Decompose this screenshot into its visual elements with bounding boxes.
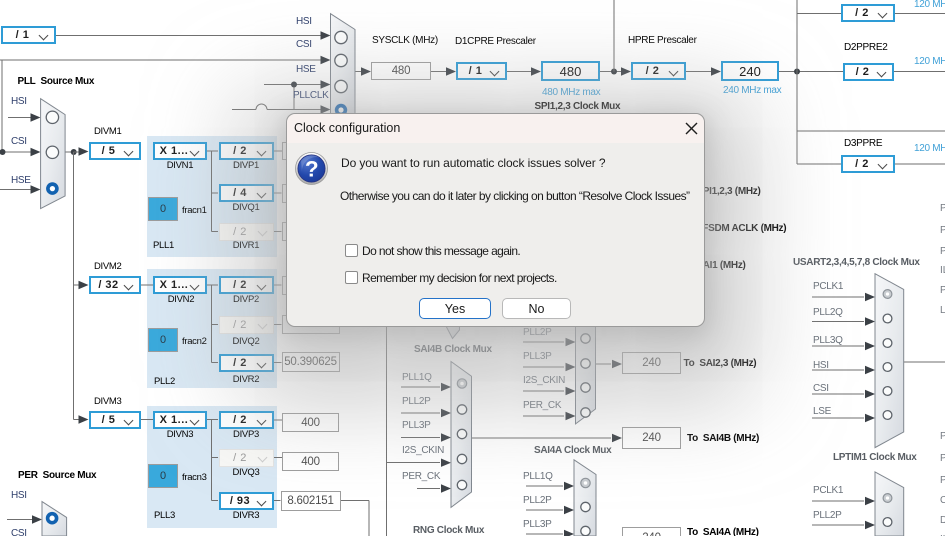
svg-text:PL: PL	[940, 475, 945, 486]
svg-text:IL: IL	[940, 265, 945, 276]
svg-text:LL: LL	[940, 305, 945, 316]
svg-text:PL: PL	[940, 203, 945, 214]
svg-text:PL: PL	[940, 431, 945, 442]
svg-text:PL: PL	[940, 285, 945, 296]
svg-text:PL: PL	[940, 453, 945, 464]
svg-text:PL: PL	[940, 225, 945, 236]
svg-text:?: ?	[305, 157, 319, 182]
svg-text:PL: PL	[940, 246, 945, 257]
svg-text:CL: CL	[940, 495, 945, 506]
svg-text:DL: DL	[940, 515, 945, 526]
